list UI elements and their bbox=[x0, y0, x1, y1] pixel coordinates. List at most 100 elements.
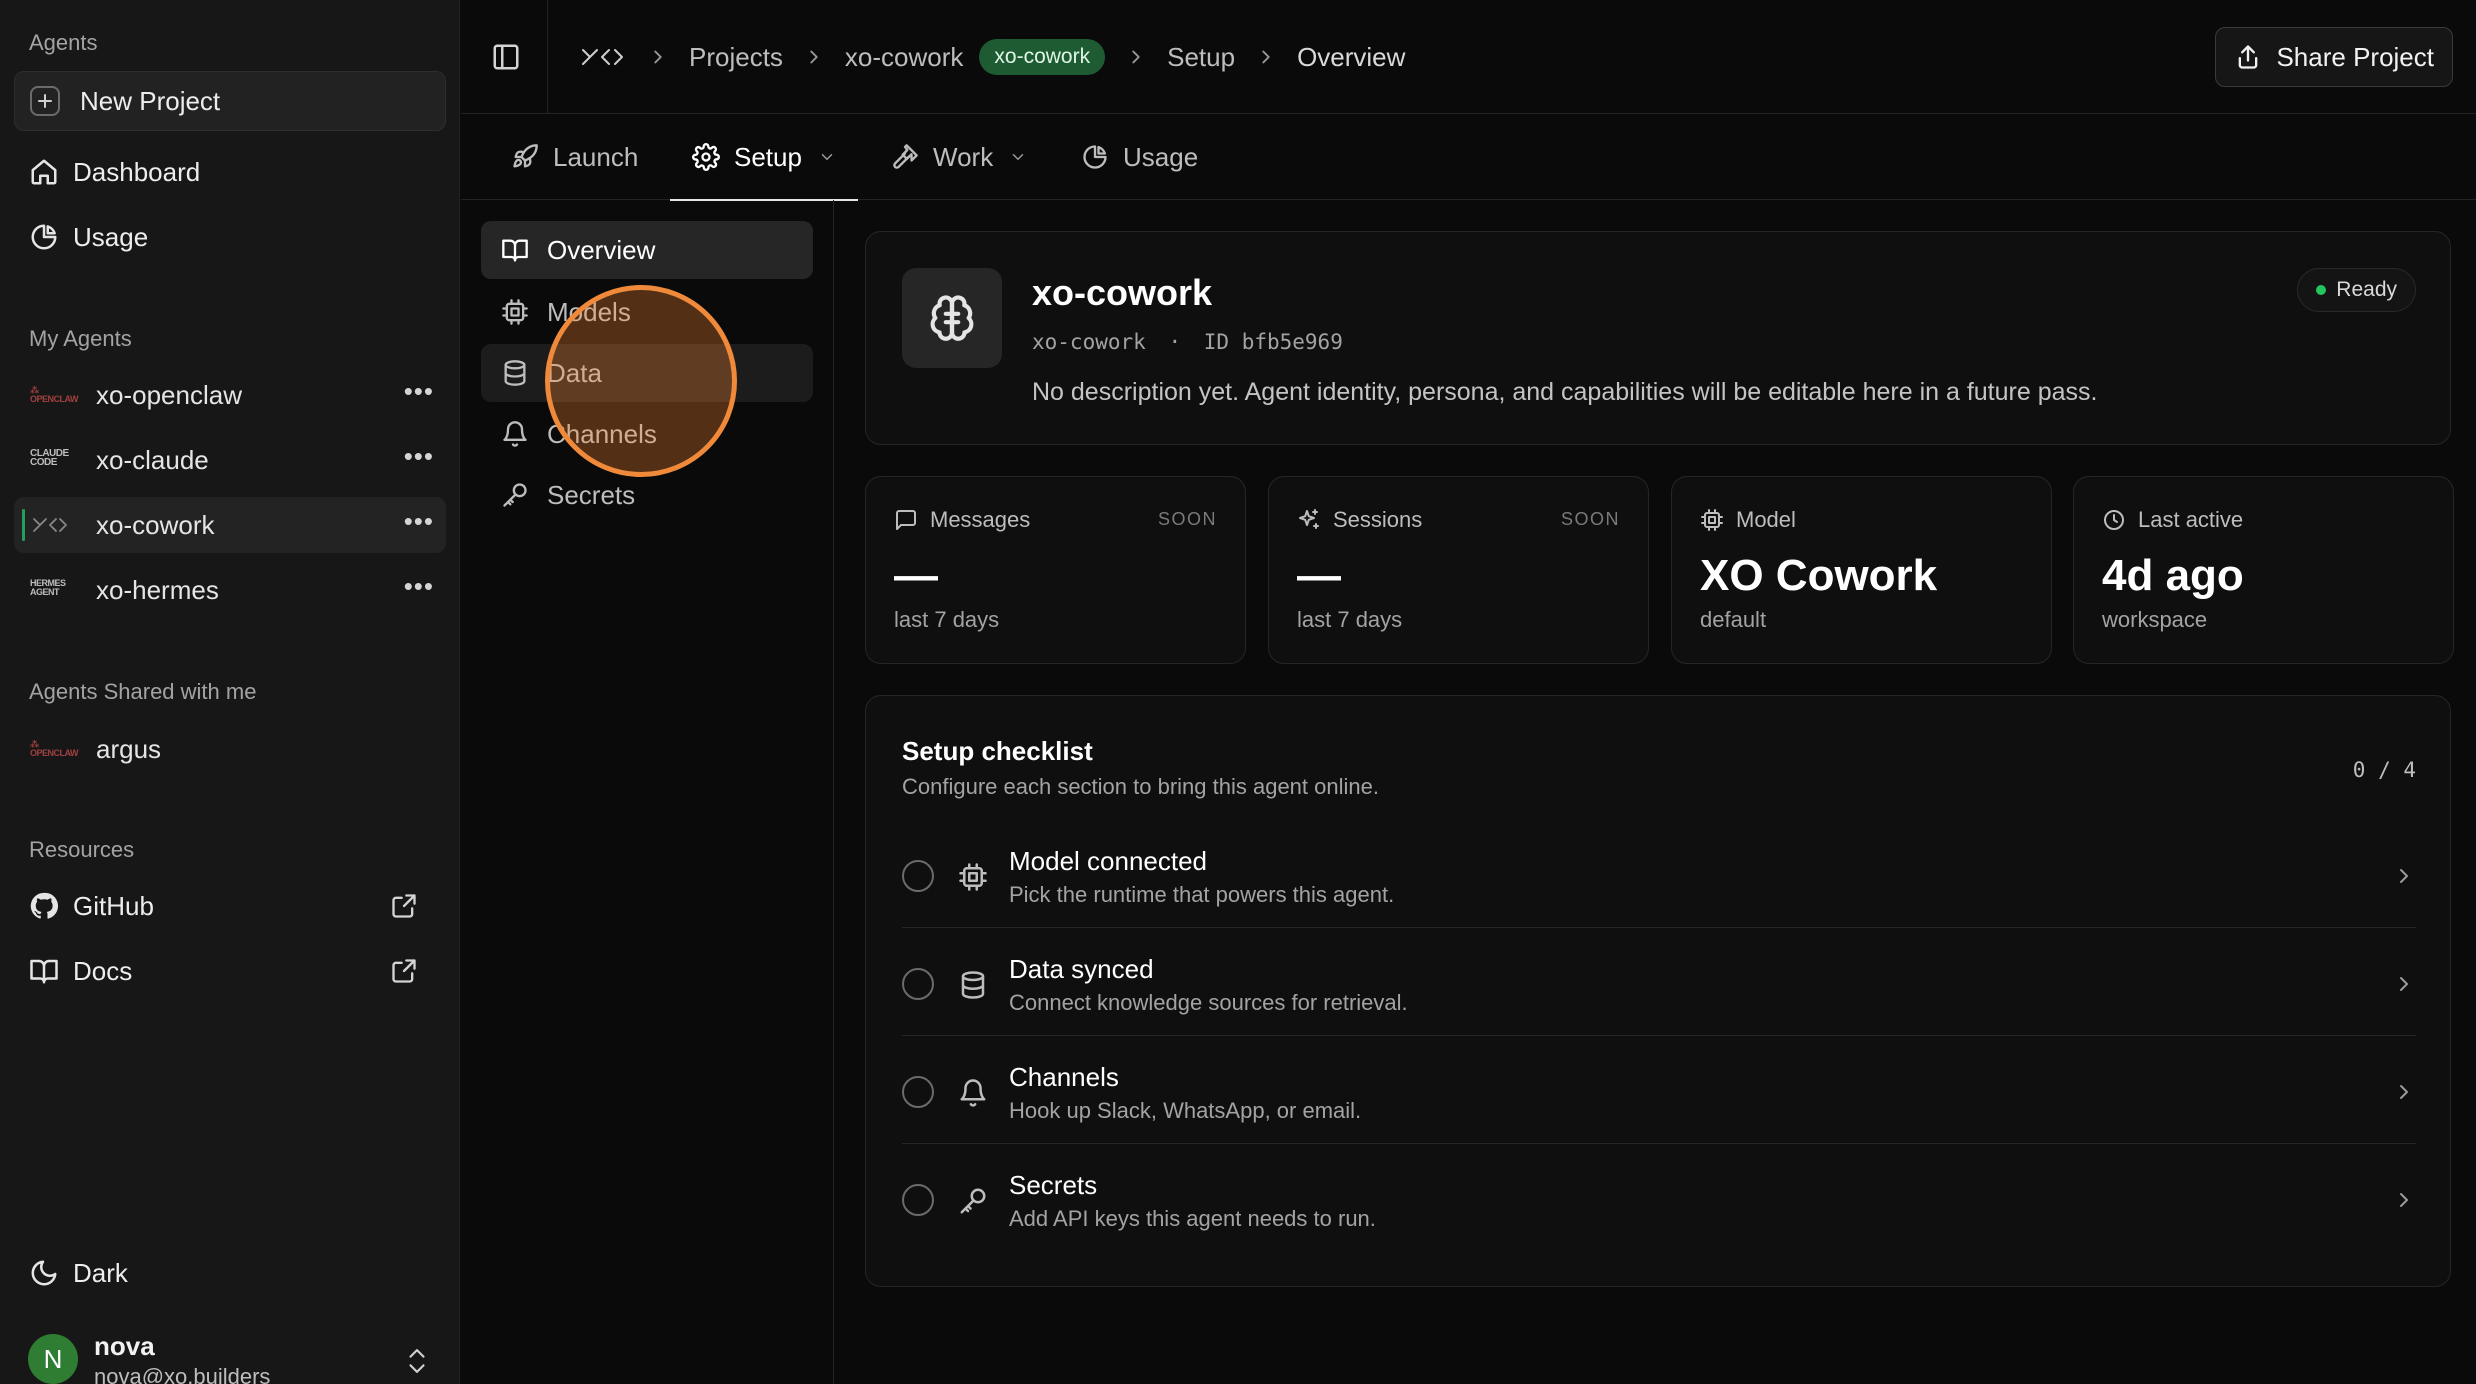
checkbox-circle[interactable] bbox=[902, 1076, 934, 1108]
subnav-label: Channels bbox=[547, 418, 657, 449]
theme-toggle[interactable]: Dark bbox=[14, 1243, 446, 1303]
sidebar-toggle-icon[interactable] bbox=[491, 42, 521, 72]
main-tabs: Launch Setup Work Usage bbox=[461, 114, 2476, 201]
new-project-label: New Project bbox=[80, 85, 221, 116]
checkbox-circle[interactable] bbox=[902, 1184, 934, 1216]
database-icon bbox=[958, 970, 988, 1000]
checklist-item-channels[interactable]: Channels Hook up Slack, WhatsApp, or ema… bbox=[902, 1036, 2416, 1144]
claude-code-logo-icon: CLAUDE CODE bbox=[30, 449, 69, 468]
subnav-item-models[interactable]: Models bbox=[481, 283, 813, 341]
hermes-logo-icon: HERMES AGENT bbox=[30, 579, 66, 597]
share-project-button[interactable]: Share Project bbox=[2215, 27, 2453, 87]
agent-name: xo-cowork bbox=[96, 509, 215, 540]
more-options-icon[interactable]: ••• bbox=[404, 508, 434, 534]
subnav-item-channels[interactable]: Channels bbox=[481, 405, 813, 463]
stat-label: Sessions bbox=[1297, 507, 1422, 533]
checklist-item-desc: Connect knowledge sources for retrieval. bbox=[1009, 990, 1408, 1015]
agent-slug: xo-cowork bbox=[1032, 330, 1146, 354]
top-bar: Projects xo-cowork xo-cowork Setup Overv… bbox=[461, 0, 2476, 114]
meta-separator: · bbox=[1168, 330, 1182, 354]
resources-section-label: Resources bbox=[29, 837, 135, 862]
checklist-item-model[interactable]: Model connected Pick the runtime that po… bbox=[902, 820, 2416, 928]
more-options-icon[interactable]: ••• bbox=[404, 378, 434, 404]
brain-icon bbox=[902, 268, 1002, 368]
avatar[interactable]: N bbox=[28, 1334, 78, 1384]
checklist-subtitle: Configure each section to bring this age… bbox=[902, 774, 1379, 799]
tab-setup[interactable]: Setup bbox=[670, 114, 858, 201]
agent-name-title: xo-cowork bbox=[1032, 272, 1213, 313]
divider bbox=[547, 0, 548, 114]
subnav-label: Models bbox=[547, 296, 631, 327]
subnav-item-secrets[interactable]: Secrets bbox=[481, 466, 813, 524]
external-link-icon bbox=[390, 957, 418, 985]
breadcrumb-project[interactable]: xo-cowork bbox=[845, 42, 963, 73]
checkbox-circle[interactable] bbox=[902, 968, 934, 1000]
checklist-item-name: Channels bbox=[1009, 1062, 1119, 1092]
tab-launch[interactable]: Launch bbox=[511, 114, 638, 200]
stat-label: Messages bbox=[894, 507, 1030, 533]
status-label: Ready bbox=[2336, 278, 2397, 301]
sidebar-item-docs[interactable]: Docs bbox=[14, 941, 446, 1001]
rocket-icon bbox=[511, 143, 539, 171]
tab-work[interactable]: Work bbox=[891, 114, 1027, 200]
agent-item-xo-openclaw[interactable]: ⁂ OPENCLAW xo-openclaw ••• bbox=[14, 367, 446, 423]
sparkles-icon bbox=[1297, 508, 1321, 532]
bell-icon bbox=[958, 1078, 988, 1108]
agent-name: xo-claude bbox=[96, 444, 209, 475]
setup-subnav: Overview Models Data Channels Secrets bbox=[461, 200, 834, 1384]
agent-item-xo-cowork[interactable]: xo-cowork ••• bbox=[14, 497, 446, 553]
xo-brand-icon[interactable] bbox=[579, 45, 627, 69]
stat-value: — bbox=[894, 551, 938, 600]
checklist-item-name: Data synced bbox=[1009, 954, 1154, 984]
sidebar-item-label: Docs bbox=[73, 955, 133, 986]
soon-badge: SOON bbox=[1157, 509, 1217, 529]
sidebar-item-label: Usage bbox=[73, 221, 149, 252]
agent-item-xo-claude[interactable]: CLAUDE CODE xo-claude ••• bbox=[14, 432, 446, 488]
more-options-icon[interactable]: ••• bbox=[404, 573, 434, 599]
tab-label: Work bbox=[933, 141, 994, 172]
stat-card-sessions: Sessions SOON — last 7 days bbox=[1268, 476, 1649, 664]
stat-value: XO Cowork bbox=[1700, 551, 1938, 600]
status-dot-icon bbox=[2316, 285, 2327, 295]
tab-label: Usage bbox=[1123, 141, 1199, 172]
sidebar-item-usage[interactable]: Usage bbox=[14, 207, 446, 267]
agent-name: argus bbox=[96, 733, 162, 764]
chevron-down-icon bbox=[1009, 148, 1027, 166]
user-name: nova bbox=[94, 1331, 155, 1361]
chevrons-up-down-icon[interactable] bbox=[404, 1344, 430, 1378]
checklist-item-name: Secrets bbox=[1009, 1170, 1098, 1200]
more-options-icon[interactable]: ••• bbox=[404, 443, 434, 469]
share-icon bbox=[2234, 43, 2262, 71]
agent-item-argus[interactable]: ⁂ OPENCLAW argus bbox=[14, 721, 446, 777]
tab-label: Setup bbox=[734, 141, 802, 172]
subnav-item-overview[interactable]: Overview bbox=[481, 221, 813, 279]
external-link-icon bbox=[390, 892, 418, 920]
sidebar-item-github[interactable]: GitHub bbox=[14, 876, 446, 936]
chevron-right-icon bbox=[647, 46, 669, 68]
stat-card-model: Model XO Cowork default bbox=[1671, 476, 2052, 664]
checklist-item-data[interactable]: Data synced Connect knowledge sources fo… bbox=[902, 928, 2416, 1036]
agents-section-label: Agents bbox=[29, 30, 98, 55]
breadcrumb-setup[interactable]: Setup bbox=[1167, 42, 1235, 73]
checkbox-circle[interactable] bbox=[902, 860, 934, 892]
setup-checklist-card: Setup checklist Configure each section t… bbox=[865, 695, 2451, 1287]
subnav-item-data[interactable]: Data bbox=[481, 344, 813, 402]
sidebar-item-dashboard[interactable]: Dashboard bbox=[14, 142, 446, 202]
book-open-icon bbox=[501, 236, 529, 264]
checklist-item-secrets[interactable]: Secrets Add API keys this agent needs to… bbox=[902, 1144, 2416, 1252]
new-project-button[interactable]: New Project bbox=[14, 71, 446, 131]
stat-card-last-active: Last active 4d ago workspace bbox=[2073, 476, 2454, 664]
cpu-icon bbox=[958, 862, 988, 892]
github-icon bbox=[29, 891, 59, 921]
checklist-count: 0 / 4 bbox=[2352, 758, 2416, 782]
agent-meta: xo-cowork · ID bfb5e969 bbox=[1032, 330, 1343, 354]
project-badge: xo-cowork bbox=[979, 39, 1106, 75]
user-email: nova@xo.builders bbox=[94, 1364, 271, 1384]
breadcrumb-projects[interactable]: Projects bbox=[689, 42, 783, 73]
checklist-title: Setup checklist bbox=[902, 736, 1093, 766]
tab-usage[interactable]: Usage bbox=[1081, 114, 1198, 200]
hammer-icon bbox=[891, 143, 919, 171]
database-icon bbox=[501, 359, 529, 387]
clock-icon bbox=[2102, 508, 2126, 532]
agent-item-xo-hermes[interactable]: HERMES AGENT xo-hermes ••• bbox=[14, 562, 446, 618]
